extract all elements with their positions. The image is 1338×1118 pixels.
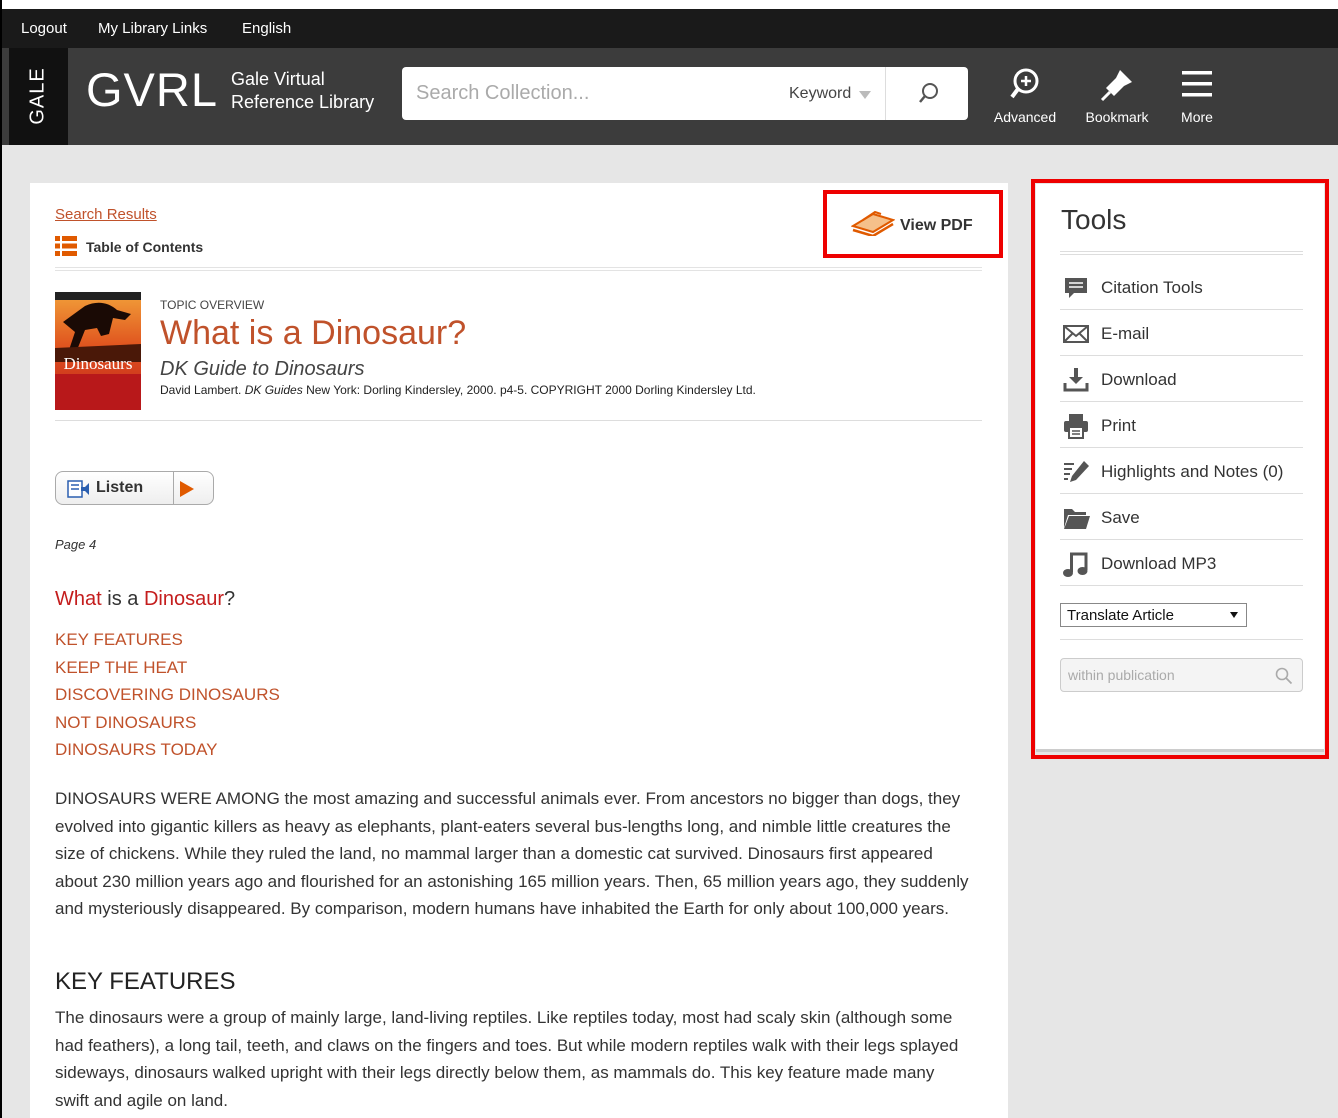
- page-number: Page 4: [55, 537, 97, 552]
- pdf-icon: [851, 210, 895, 236]
- search-icon: [919, 83, 938, 103]
- language-link[interactable]: English: [242, 20, 291, 37]
- chevron-down-icon: [1230, 612, 1238, 618]
- section-link[interactable]: DINOSAURS TODAY: [55, 736, 280, 764]
- search-input[interactable]: [402, 67, 780, 120]
- highlights-notes-button[interactable]: Highlights and Notes (0): [1060, 448, 1303, 494]
- divider: [55, 267, 982, 271]
- save-button[interactable]: Save: [1060, 494, 1303, 540]
- within-publication-search: [1060, 658, 1303, 692]
- section-heading-is-a: is a: [101, 588, 144, 610]
- highlight-icon: [1064, 461, 1089, 482]
- citation-details: New York: Dorling Kindersley, 2000. p4-5…: [302, 383, 756, 397]
- my-library-links-link[interactable]: My Library Links: [98, 20, 207, 37]
- logout-link[interactable]: Logout: [21, 20, 67, 37]
- gale-logo-text: GALE: [26, 67, 49, 125]
- gvrl-subtitle-line2: Reference Library: [231, 91, 375, 112]
- music-note-icon: [1063, 552, 1088, 577]
- citation-series: DK Guides: [244, 383, 303, 397]
- download-mp3-label: Download MP3: [1101, 554, 1217, 573]
- section-link[interactable]: KEY FEATURES: [55, 626, 280, 654]
- tools-panel-inner: Tools Citation Tools E-mail Download Pri…: [1036, 184, 1324, 752]
- section-heading-question: ?: [223, 588, 236, 610]
- email-label: E-mail: [1101, 324, 1150, 343]
- cover-band: [55, 374, 141, 410]
- print-button[interactable]: Print: [1060, 402, 1303, 448]
- tools-title: Tools: [1061, 204, 1127, 235]
- search-button[interactable]: [885, 67, 968, 120]
- listen-separator: [160, 472, 174, 504]
- citation-tools-label: Citation Tools: [1101, 278, 1203, 297]
- body-paragraph: The dinosaurs were a group of mainly lar…: [55, 1008, 959, 1110]
- translate-article-label: Translate Article: [1067, 607, 1174, 624]
- chevron-down-icon: [859, 91, 871, 99]
- more-button[interactable]: More: [1176, 68, 1218, 125]
- divider: [1060, 251, 1303, 255]
- book-cover-image[interactable]: Dinosaurs: [55, 292, 141, 410]
- tools-panel: Tools Citation Tools E-mail Download Pri…: [1031, 179, 1329, 759]
- print-label: Print: [1101, 416, 1136, 435]
- section-heading: What is a Dinosaur?: [55, 588, 235, 611]
- advanced-search-icon: [1010, 68, 1039, 99]
- header: GALE GVRL Gale Virtual Reference Library…: [0, 48, 1338, 145]
- download-button[interactable]: Download: [1060, 356, 1303, 402]
- article-title: What is a Dinosaur?: [160, 314, 467, 352]
- section-link[interactable]: DISCOVERING DINOSAURS: [55, 681, 280, 709]
- gale-tab[interactable]: GALE: [9, 48, 68, 145]
- print-icon: [1064, 414, 1088, 439]
- advanced-label: Advanced: [993, 109, 1057, 125]
- highlights-notes-label: Highlights and Notes (0): [1101, 462, 1284, 481]
- more-label: More: [1181, 109, 1213, 125]
- translate-article-select[interactable]: Translate Article: [1060, 603, 1247, 627]
- download-icon: [1063, 368, 1089, 392]
- article-panel: Search Results Table of Contents View PD…: [30, 183, 1008, 1118]
- citation-line: David Lambert. DK Guides New York: Dorli…: [160, 383, 756, 397]
- download-label: Download: [1101, 370, 1177, 389]
- advanced-search-button[interactable]: Advanced: [992, 68, 1058, 125]
- speaker-icon: [67, 480, 89, 498]
- view-pdf-button[interactable]: View PDF: [823, 190, 1003, 258]
- section-heading-what: What: [55, 588, 102, 610]
- topic-label: TOPIC OVERVIEW: [160, 298, 265, 312]
- section-link[interactable]: KEEP THE HEAT: [55, 654, 280, 682]
- bookmark-label: Bookmark: [1085, 109, 1149, 125]
- divider: [55, 420, 982, 421]
- gvrl-subtitle-line1: Gale Virtual: [231, 69, 325, 89]
- menu-icon: [1182, 71, 1212, 97]
- gvrl-logo[interactable]: GVRL: [86, 66, 218, 113]
- listen-label: Listen: [96, 479, 144, 496]
- save-label: Save: [1101, 508, 1140, 527]
- book-title: DK Guide to Dinosaurs: [160, 358, 365, 380]
- play-icon[interactable]: [180, 481, 194, 497]
- folder-icon: [1064, 509, 1090, 529]
- listen-button[interactable]: Listen: [55, 471, 214, 505]
- bookmark-icon: [1100, 70, 1132, 102]
- within-publication-input[interactable]: [1061, 659, 1271, 691]
- cover-title: Dinosaurs: [63, 354, 133, 373]
- utility-bar: Logout My Library Links English: [0, 0, 1338, 48]
- citation-icon: [1065, 278, 1087, 298]
- email-button[interactable]: E-mail: [1060, 310, 1303, 356]
- search-results-link[interactable]: Search Results: [55, 206, 157, 223]
- citation-tools-button[interactable]: Citation Tools: [1060, 264, 1303, 310]
- section-link[interactable]: NOT DINOSAURS: [55, 709, 280, 737]
- email-icon: [1063, 325, 1089, 343]
- body-paragraph: DINOSAURS WERE AMONG the most amazing an…: [55, 789, 969, 919]
- citation-author: David Lambert.: [160, 383, 245, 397]
- search-icon[interactable]: [1275, 667, 1293, 685]
- download-mp3-button[interactable]: Download MP3: [1060, 540, 1303, 586]
- view-pdf-label: View PDF: [900, 217, 973, 234]
- search-box: Keyword: [402, 67, 968, 120]
- dinosaur-silhouette-icon: [55, 292, 141, 362]
- divider: [1060, 639, 1303, 640]
- key-features-heading: KEY FEATURES: [55, 968, 236, 995]
- section-link-list: KEY FEATURES KEEP THE HEAT DISCOVERING D…: [55, 626, 280, 764]
- section-heading-dinosaur: Dinosaur: [143, 588, 224, 610]
- list-icon: [55, 236, 77, 256]
- gvrl-subtitle: Gale Virtual Reference Library: [231, 68, 374, 113]
- bookmark-button[interactable]: Bookmark: [1083, 68, 1151, 125]
- table-of-contents-label: Table of Contents: [86, 239, 204, 255]
